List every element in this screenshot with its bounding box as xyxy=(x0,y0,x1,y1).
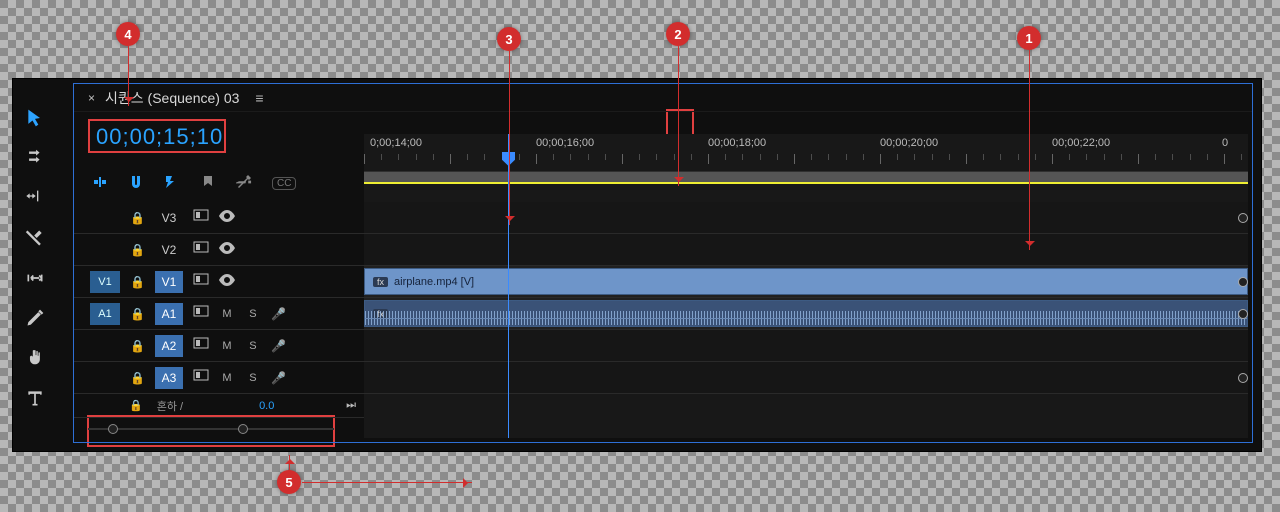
lock-icon[interactable]: 🔒 xyxy=(130,371,145,385)
sync-lock-icon[interactable] xyxy=(193,337,209,354)
track-a2-label[interactable]: A2 xyxy=(155,335,183,357)
video-clip[interactable]: fx airplane.mp4 [V] xyxy=(364,268,1248,295)
callout-1: 1 xyxy=(1017,26,1041,50)
track-a1-lane[interactable]: fx xyxy=(364,298,1248,330)
lock-icon[interactable]: 🔒 xyxy=(129,399,143,412)
slip-tool[interactable] xyxy=(19,265,51,291)
mix-label: 혼하 / xyxy=(157,398,183,414)
track-v1-label[interactable]: V1 xyxy=(155,271,183,293)
arrow-down-2 xyxy=(678,46,679,186)
ruler-label: 0;00;14;00 xyxy=(370,137,422,149)
track-v2-lane[interactable] xyxy=(364,234,1248,266)
track-select-forward-tool[interactable] xyxy=(19,145,51,171)
track-a1-label[interactable]: A1 xyxy=(155,303,183,325)
mute-toggle[interactable]: M xyxy=(219,372,235,384)
sync-lock-icon[interactable] xyxy=(193,369,209,386)
work-area-bar[interactable] xyxy=(364,172,1248,182)
eye-icon[interactable] xyxy=(219,241,235,258)
timeline: × 시퀀스 (Sequence) 03 ≡ 00;00;15;10 CC 🔒 xyxy=(73,83,1253,443)
track-v1-lane[interactable]: fx airplane.mp4 [V] xyxy=(364,266,1248,298)
marker-icon[interactable] xyxy=(200,174,216,193)
clip-name: airplane.mp4 [V] xyxy=(394,276,474,288)
fx-badge: fx xyxy=(373,277,388,287)
razor-tool[interactable] xyxy=(19,225,51,251)
track-a3-label[interactable]: A3 xyxy=(155,367,183,389)
mute-toggle[interactable]: M xyxy=(219,340,235,352)
arrow-down-3 xyxy=(509,51,510,225)
track-v3-header[interactable]: 🔒 V3 xyxy=(74,202,364,234)
current-timecode[interactable]: 00;00;15;10 xyxy=(90,122,229,152)
pen-tool[interactable] xyxy=(19,305,51,331)
ruler-label: 0 xyxy=(1222,137,1228,149)
track-v2-label[interactable]: V2 xyxy=(155,239,183,261)
arrow-up-5 xyxy=(289,455,290,471)
skip-icon[interactable]: ⏭ xyxy=(346,399,356,412)
sync-lock-icon[interactable] xyxy=(193,305,209,322)
lock-icon[interactable]: 🔒 xyxy=(130,307,145,321)
ruler-label: 00;00;20;00 xyxy=(880,137,938,149)
sequence-tab-header: × 시퀀스 (Sequence) 03 ≡ xyxy=(74,84,1252,112)
snap-icon[interactable] xyxy=(128,174,144,193)
audio-clip[interactable]: fx xyxy=(364,300,1248,327)
zoom-slider[interactable] xyxy=(88,424,334,436)
selection-tool[interactable] xyxy=(19,105,51,131)
track-a2-header[interactable]: 🔒 A2 M S 🎤 xyxy=(74,330,364,362)
lock-icon[interactable]: 🔒 xyxy=(130,275,145,289)
lock-icon[interactable]: 🔒 xyxy=(130,243,145,257)
eye-icon[interactable] xyxy=(219,209,235,226)
track-v3-lane[interactable] xyxy=(364,202,1248,234)
source-v1[interactable]: V1 xyxy=(90,271,120,293)
clip-area: 0;00;14;00 00;00;16;00 00;00;18;00 00;00… xyxy=(364,134,1248,438)
track-v2-header[interactable]: 🔒 V2 xyxy=(74,234,364,266)
track-a2-lane[interactable] xyxy=(364,330,1248,362)
tool-strip xyxy=(13,97,57,411)
ruler-label: 00;00;18;00 xyxy=(708,137,766,149)
linked-selection-icon[interactable] xyxy=(164,174,180,193)
ripple-edit-tool[interactable] xyxy=(19,185,51,211)
track-v3-label[interactable]: V3 xyxy=(155,207,183,229)
lock-icon[interactable]: 🔒 xyxy=(130,211,145,225)
sync-lock-icon[interactable] xyxy=(193,241,209,258)
track-a1-header[interactable]: A1 🔒 A1 M S 🎤 xyxy=(74,298,364,330)
time-ruler[interactable]: 0;00;14;00 00;00;16;00 00;00;18;00 00;00… xyxy=(364,134,1248,172)
mix-track-header[interactable]: 🔒 혼하 / 0.0 ⏭ xyxy=(74,394,364,418)
mic-icon[interactable]: 🎤 xyxy=(271,371,286,385)
type-tool[interactable] xyxy=(19,385,51,411)
ruler-label: 00;00;16;00 xyxy=(536,137,594,149)
mute-toggle[interactable]: M xyxy=(219,308,235,320)
captions-icon[interactable]: CC xyxy=(272,177,296,190)
settings-icon[interactable] xyxy=(236,174,252,193)
close-tab-icon[interactable]: × xyxy=(88,91,95,105)
sync-lock-icon[interactable] xyxy=(193,273,209,290)
mix-value[interactable]: 0.0 xyxy=(259,400,274,412)
sequence-tools: CC xyxy=(92,174,296,193)
lock-icon[interactable]: 🔒 xyxy=(130,339,145,353)
eye-icon[interactable] xyxy=(219,273,235,290)
callout-5: 5 xyxy=(277,470,301,494)
callout-2: 2 xyxy=(666,22,690,46)
source-a1[interactable]: A1 xyxy=(90,303,120,325)
solo-toggle[interactable]: S xyxy=(245,372,261,384)
callout-4: 4 xyxy=(116,22,140,46)
waveform xyxy=(365,311,1247,325)
track-a3-lane[interactable] xyxy=(364,362,1248,394)
mic-icon[interactable]: 🎤 xyxy=(271,339,286,353)
track-headers: 🔒 V3 🔒 V2 V1 🔒 V1 xyxy=(74,202,364,418)
insert-overwrite-icon[interactable] xyxy=(92,174,108,193)
sync-lock-icon[interactable] xyxy=(193,209,209,226)
solo-toggle[interactable]: S xyxy=(245,340,261,352)
arrow-right-5 xyxy=(302,482,472,483)
track-v1-header[interactable]: V1 🔒 V1 xyxy=(74,266,364,298)
solo-toggle[interactable]: S xyxy=(245,308,261,320)
mic-icon[interactable]: 🎤 xyxy=(271,307,286,321)
timeline-panel: × 시퀀스 (Sequence) 03 ≡ 00;00;15;10 CC 🔒 xyxy=(12,78,1262,452)
hand-tool[interactable] xyxy=(19,345,51,371)
panel-menu-icon[interactable]: ≡ xyxy=(255,90,263,106)
arrow-down-4 xyxy=(128,46,129,106)
arrow-down-1 xyxy=(1029,50,1030,250)
track-a3-header[interactable]: 🔒 A3 M S 🎤 xyxy=(74,362,364,394)
ruler-label: 00;00;22;00 xyxy=(1052,137,1110,149)
callout-3: 3 xyxy=(497,27,521,51)
